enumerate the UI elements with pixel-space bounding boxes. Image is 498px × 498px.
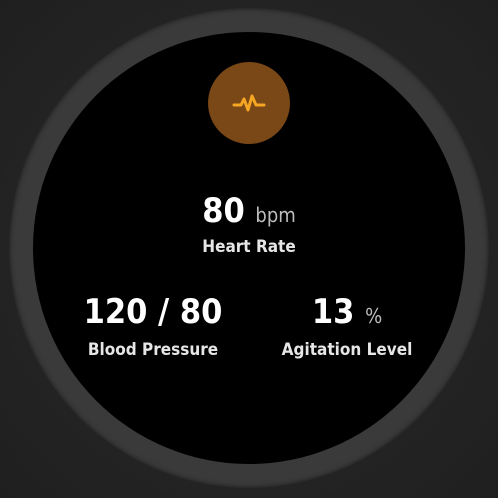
- heart-rate-value-row: 80 bpm: [149, 194, 349, 228]
- blood-pressure-label: Blood Pressure: [87, 340, 219, 360]
- agitation-label: Agitation Level: [281, 340, 413, 360]
- heart-pulse-icon: [232, 91, 266, 115]
- heart-pulse-badge[interactable]: [208, 62, 290, 144]
- heart-rate-value: 80: [202, 191, 245, 231]
- blood-pressure-value: 120 / 80: [83, 292, 223, 332]
- agitation-value-row: 13 %: [259, 295, 435, 329]
- agitation-value: 13: [311, 292, 355, 332]
- heart-rate-unit: bpm: [255, 203, 296, 227]
- watch-face-stage: 80 bpm Heart Rate 120 / 80 Blood Pressur…: [0, 0, 498, 498]
- heart-rate-label: Heart Rate: [202, 237, 296, 257]
- agitation-unit: %: [365, 304, 383, 328]
- watch-screen: 80 bpm Heart Rate 120 / 80 Blood Pressur…: [33, 32, 465, 464]
